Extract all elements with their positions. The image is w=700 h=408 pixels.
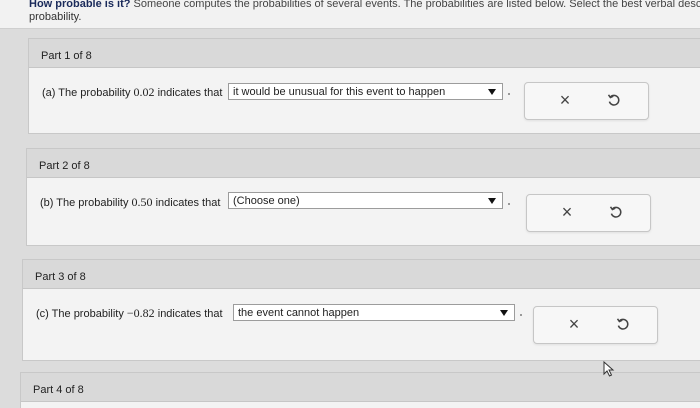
close-icon[interactable]: × — [555, 90, 575, 110]
dropdown-arrow-icon — [488, 198, 496, 204]
prompt-suffix: indicates that — [155, 197, 221, 209]
selected-value: it would be unusual for this event to ha… — [233, 86, 446, 98]
part-2-label: Part 2 of 8 — [39, 160, 90, 172]
part-1-header: Part 1 of 8 — [29, 39, 700, 68]
part-2-header: Part 2 of 8 — [27, 149, 700, 178]
question-instruction-continued: probability. — [29, 11, 82, 23]
part-1-prompt: (a) The probability 0.02 indicates that — [42, 85, 222, 100]
part-3-actions: × — [533, 306, 658, 344]
close-icon[interactable]: × — [564, 314, 584, 334]
dropdown-arrow-icon — [500, 310, 508, 316]
mouse-cursor-icon — [603, 361, 615, 377]
redo-icon[interactable] — [607, 93, 621, 107]
redo-icon[interactable] — [616, 317, 630, 331]
divider-dot — [520, 314, 522, 316]
part-2-actions: × — [526, 194, 651, 232]
part-4-header: Part 4 of 8 — [21, 373, 700, 402]
part-3-header: Part 3 of 8 — [23, 260, 700, 289]
prompt-suffix: indicates that — [157, 87, 223, 99]
part-1-label: Part 1 of 8 — [41, 50, 92, 62]
prompt-prefix: (a) The probability — [42, 87, 131, 99]
part-1-actions: × — [524, 82, 649, 120]
question-text: How probable is it? Someone computes the… — [29, 0, 700, 10]
prompt-prefix: (b) The probability — [40, 197, 129, 209]
part-2-select[interactable]: (Choose one) — [228, 192, 503, 209]
close-icon[interactable]: × — [557, 202, 577, 222]
part-3-prompt: (c) The probability −0.82 indicates that — [36, 306, 223, 321]
dropdown-arrow-icon — [488, 89, 496, 95]
question-instruction: Someone computes the probabilities of se… — [133, 0, 700, 10]
question-title: How probable is it? — [29, 0, 131, 10]
part-1-select[interactable]: it would be unusual for this event to ha… — [228, 83, 503, 100]
probability-value: 0.50 — [131, 195, 153, 209]
part-3-label: Part 3 of 8 — [35, 271, 86, 283]
selected-value: the event cannot happen — [238, 307, 360, 319]
prompt-prefix: (c) The probability — [36, 308, 124, 320]
prompt-suffix: indicates that — [157, 308, 223, 320]
part-4-panel: Part 4 of 8 — [20, 372, 700, 408]
part-4-label: Part 4 of 8 — [33, 384, 84, 396]
part-2-prompt: (b) The probability 0.50 indicates that — [40, 195, 220, 210]
selected-value: (Choose one) — [233, 195, 300, 207]
probability-value: −0.82 — [126, 306, 155, 320]
question-header: How probable is it? Someone computes the… — [0, 0, 700, 29]
probability-value: 0.02 — [133, 85, 155, 99]
divider-dot — [508, 93, 510, 95]
redo-icon[interactable] — [609, 205, 623, 219]
divider-dot — [508, 203, 510, 205]
part-3-select[interactable]: the event cannot happen — [233, 304, 515, 321]
